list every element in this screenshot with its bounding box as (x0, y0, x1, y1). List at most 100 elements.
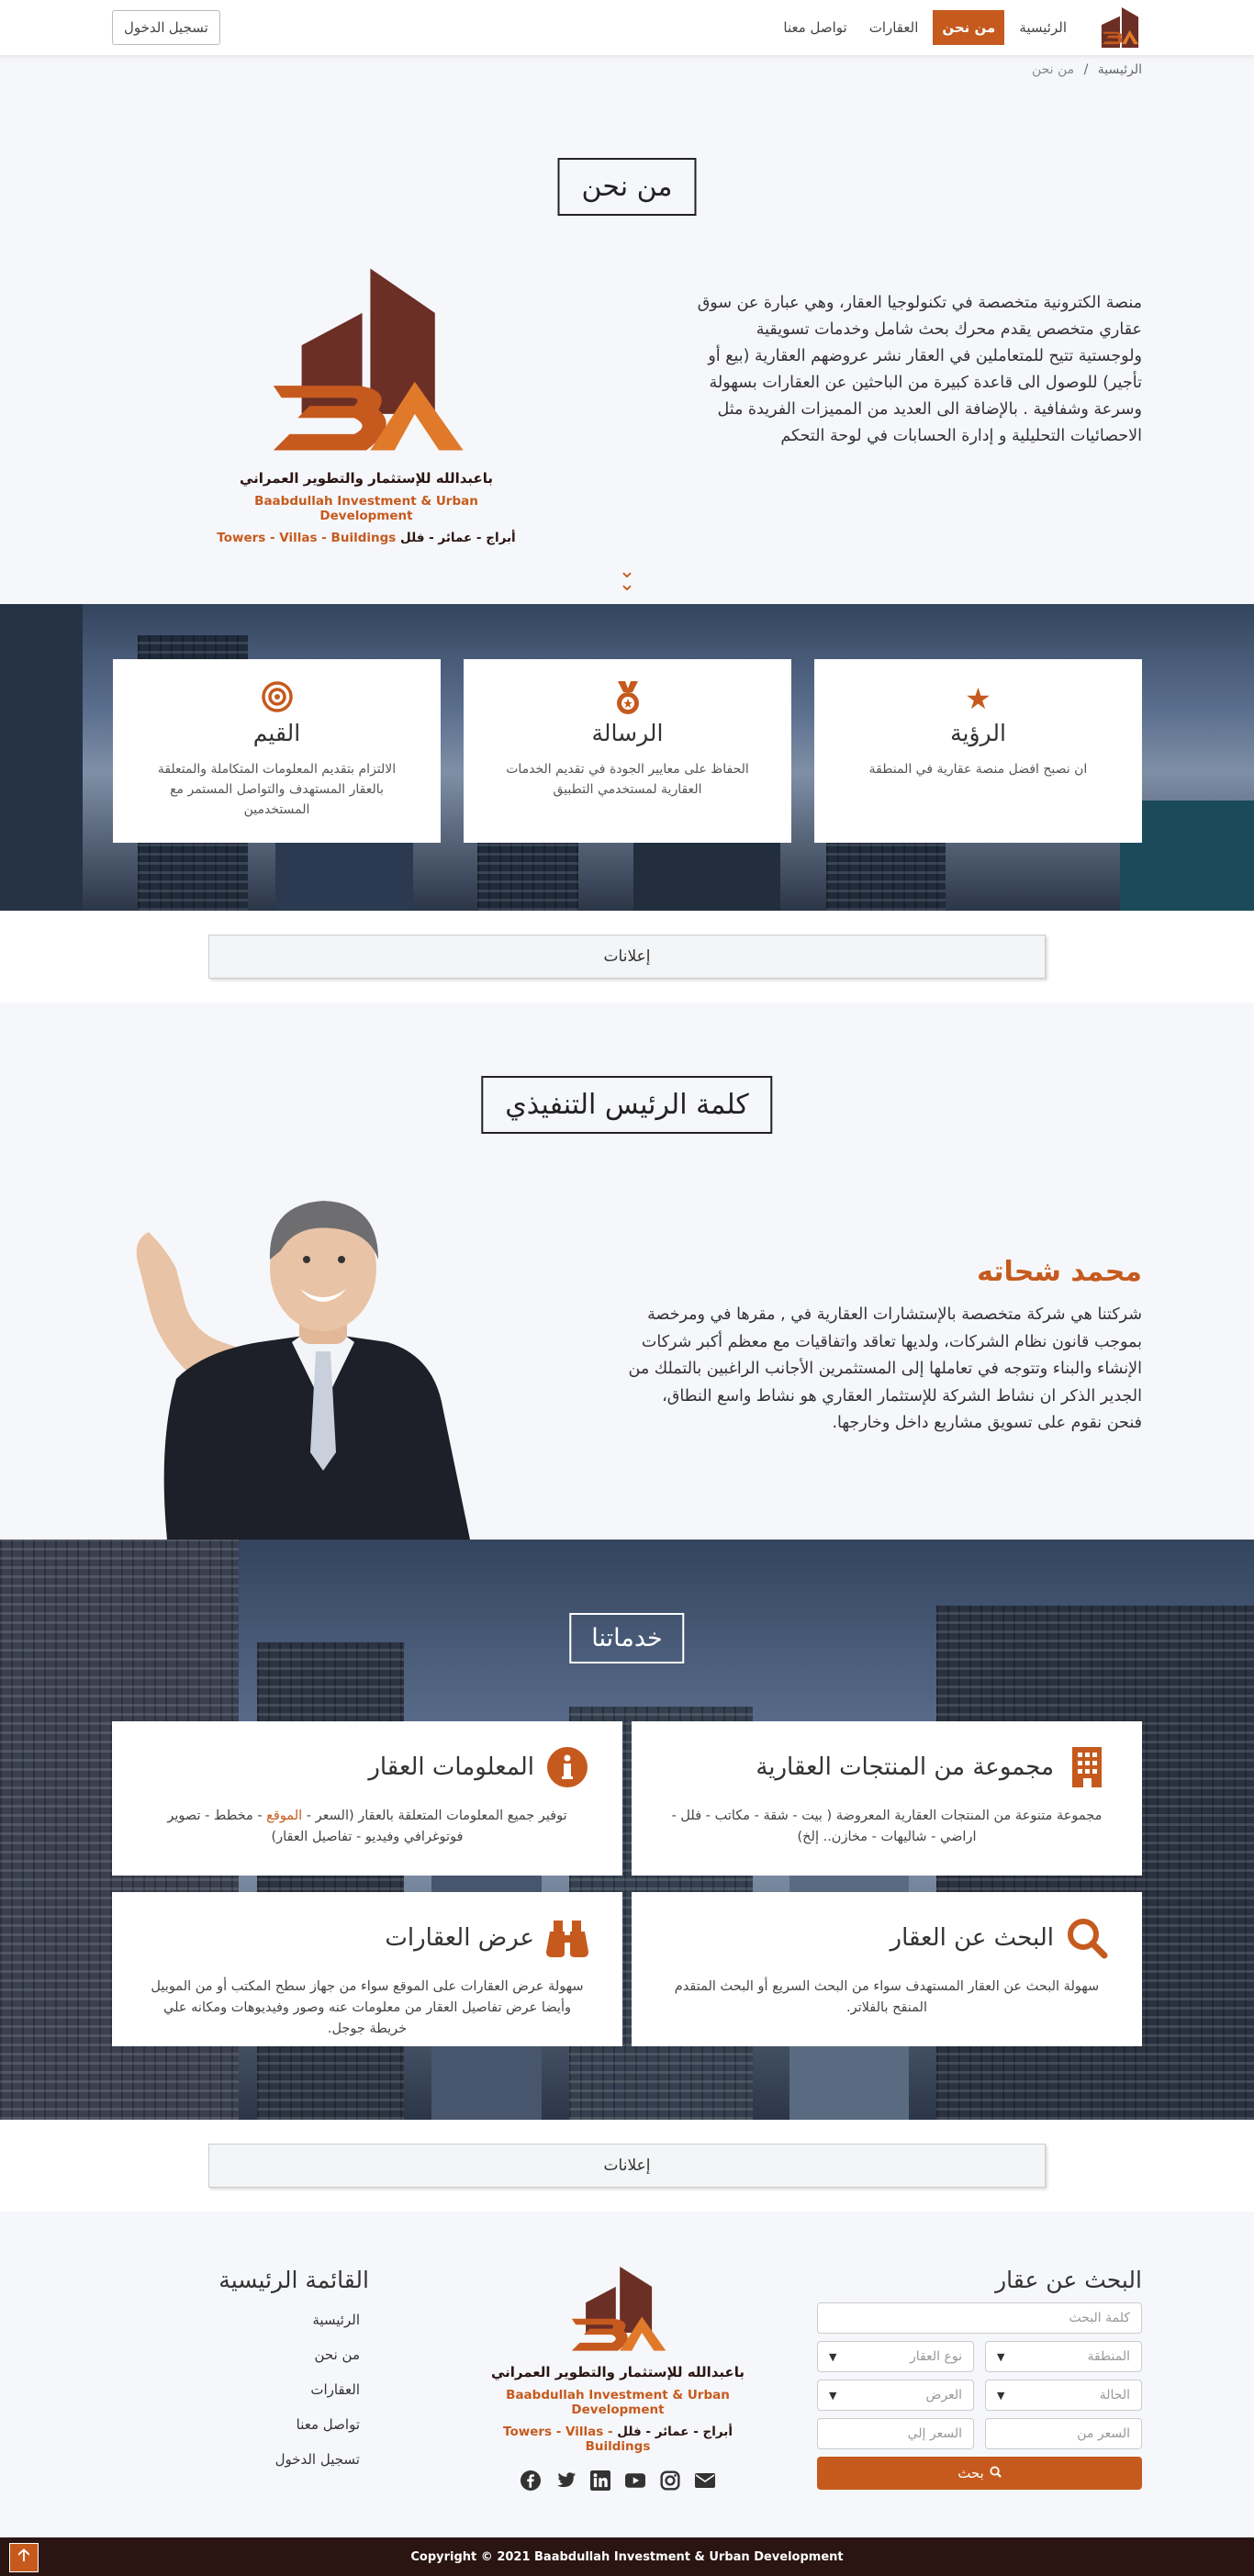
region-select[interactable]: المنطقة ▼ (985, 2341, 1142, 2372)
status-select[interactable]: الحالة ▼ (985, 2380, 1142, 2411)
service-card-info: المعلومات العقار توفير جميع المعلومات ال… (112, 1721, 622, 1876)
brand-name-en: Baabdullah Investment & Urban Developmen… (254, 494, 478, 523)
breadcrumb: الرئيسية / من نحن (1032, 62, 1142, 77)
breadcrumb-home[interactable]: الرئيسية (1098, 62, 1142, 77)
star-icon: ★ (965, 681, 991, 716)
login-button[interactable]: تسجيل الدخول (112, 10, 220, 45)
type-select-value: نوع العقار (910, 2349, 962, 2364)
price-to-placeholder: السعر إلي (907, 2426, 962, 2441)
youtube-icon[interactable] (625, 2470, 645, 2491)
footer: البحث عن عقار كلمة البحث المنطقة ▼ نوع ال… (0, 2212, 1254, 2537)
linkedin-icon[interactable] (590, 2470, 610, 2491)
main-nav: الرئيسية من نحن العقارات تواصل معنا (776, 10, 1074, 45)
keyword-placeholder: كلمة البحث (1069, 2311, 1130, 2325)
service-text-highlight: الموقع (266, 1809, 303, 1823)
region-select-value: المنطقة (1087, 2349, 1130, 2364)
values-text: الالتزام بتقديم المعلومات المتكاملة والم… (157, 762, 397, 817)
service-text-part: توفير جميع المعلومات المتعلقة بالعقار (ا… (302, 1809, 567, 1823)
service-text: توفير جميع المعلومات المتعلقة بالعقار (ا… (145, 1806, 589, 1848)
brand-tagline: أبراج - عمائر - فلل Towers - Villas - Bu… (471, 2425, 765, 2454)
footer-link-about[interactable]: من نحن (112, 2346, 369, 2363)
type-select[interactable]: نوع العقار ▼ (817, 2341, 974, 2372)
back-to-top-button[interactable]: 🡡 (9, 2543, 39, 2572)
medal-icon (464, 681, 791, 716)
ads-section: إعلانات (0, 911, 1254, 1002)
brand-tagline-ar: أبراج - عمائر - فلل (400, 531, 516, 545)
brand-tagline-en: Towers - Villas - Buildings (217, 531, 397, 545)
brand-tagline: أبراج - عمائر - فلل Towers - Villas - Bu… (215, 531, 518, 545)
service-title: البحث عن العقار (890, 1924, 1054, 1952)
chevron-down-icon: ▼ (829, 2350, 837, 2363)
chevron-down-icon: ▼ (997, 2389, 1005, 2402)
brand-name-en: Baabdullah Investment & Urban Developmen… (506, 2388, 730, 2417)
footer-link-home[interactable]: الرئيسية (112, 2312, 369, 2328)
values-card: القيم الالتزام بتقديم المعلومات المتكامل… (113, 659, 441, 843)
values-section: ★ الرؤية ان نصبح افضل منصة عقارية في الم… (0, 604, 1254, 911)
mission-card: الرسالة الحفاظ على معايير الجودة في تقدي… (464, 659, 791, 843)
status-select-value: الحالة (1099, 2388, 1130, 2402)
service-title: عرض العقارات (385, 1924, 534, 1952)
mail-icon[interactable] (695, 2470, 715, 2491)
brand-logo-icon[interactable] (567, 2267, 668, 2355)
about-section: الرئيسية / من نحن من نحن منصة الكترونية … (0, 55, 1254, 604)
binoculars-icon (545, 1916, 589, 1960)
footer-link-properties[interactable]: العقارات (112, 2381, 369, 2398)
info-icon (545, 1745, 589, 1789)
values-title: القيم (252, 720, 301, 746)
search-button[interactable]: بحث (817, 2457, 1142, 2490)
offer-select-value: العرض (925, 2388, 962, 2402)
brand-logo-icon[interactable] (1098, 7, 1142, 48)
footer-link-contact[interactable]: تواصل معنا (112, 2416, 369, 2433)
twitter-icon[interactable] (555, 2470, 576, 2491)
navbar: الرئيسية من نحن العقارات تواصل معنا تسجي… (0, 0, 1254, 55)
ads-section: إعلانات (0, 2120, 1254, 2212)
nav-contact[interactable]: تواصل معنا (776, 10, 854, 45)
service-title: المعلومات العقار (368, 1753, 534, 1781)
facebook-icon[interactable] (521, 2470, 541, 2491)
nav-properties[interactable]: العقارات (862, 10, 926, 45)
vision-text: ان نصبح افضل منصة عقارية في المنطقة (868, 762, 1088, 777)
price-from-input[interactable]: السعر من (985, 2418, 1142, 2449)
services-title: خدماتنا (569, 1613, 685, 1663)
arrow-up-icon: 🡡 (17, 2546, 30, 2565)
service-title: مجموعة من المنتجات العقارية (756, 1753, 1054, 1781)
ceo-section: كلمة الرئيس التنفيذي محمد شحاته شركتنا ه… (0, 1002, 1254, 1540)
nav-home[interactable]: الرئيسية (1012, 10, 1074, 45)
search-icon (1065, 1916, 1109, 1960)
price-to-input[interactable]: السعر إلي (817, 2418, 974, 2449)
brand-logo-icon (273, 268, 464, 451)
brand-logo-block: باعبدالله للإستثمار والتطوير العمراني Ba… (215, 268, 518, 545)
service-card-display: عرض العقارات سهولة عرض العقارات على المو… (112, 1892, 622, 2046)
nav-about[interactable]: من نحن (933, 10, 1005, 45)
price-from-placeholder: السعر من (1077, 2426, 1130, 2441)
building-icon (1065, 1745, 1109, 1789)
footer-menu: القائمة الرئيسية الرئيسية من نحن العقارا… (112, 2267, 369, 2486)
scroll-down-icon[interactable]: ⌄ ⌄ (619, 562, 635, 595)
social-links (471, 2470, 765, 2491)
instagram-icon[interactable] (660, 2470, 680, 2491)
service-text: سهولة عرض العقارات على الموقع سواء من جه… (151, 1979, 584, 2036)
ceo-name: محمد شحاته (977, 1256, 1142, 1288)
ceo-text: شركتنا هي شركة متخصصة بالإستشارات العقار… (628, 1305, 1142, 1432)
breadcrumb-separator: / (1083, 62, 1089, 77)
copyright-text: Copyright © 2021 Baabdullah Investment &… (410, 2549, 844, 2564)
ceo-photo (136, 1201, 470, 1540)
copyright-bar: Copyright © 2021 Baabdullah Investment &… (0, 2537, 1254, 2576)
ads-banner[interactable]: إعلانات (208, 2144, 1046, 2188)
offer-select[interactable]: العرض ▼ (817, 2380, 974, 2411)
footer-link-login[interactable]: تسجيل الدخول (112, 2451, 369, 2468)
keyword-input[interactable]: كلمة البحث (817, 2302, 1142, 2334)
service-card-search: البحث عن العقار سهولة البحث عن العقار ال… (632, 1892, 1142, 2046)
footer-search-title: البحث عن عقار (995, 2267, 1142, 2293)
brand-name-ar: باعبدالله للإستثمار والتطوير العمراني (239, 470, 494, 487)
vision-title: الرؤية (950, 720, 1006, 746)
footer-menu-title: القائمة الرئيسية (218, 2267, 369, 2293)
chevron-down-icon: ▼ (997, 2350, 1005, 2363)
service-card-products: مجموعة من المنتجات العقارية مجموعة متنوع… (632, 1721, 1142, 1876)
search-icon (990, 2465, 1002, 2481)
service-text: سهولة البحث عن العقار المستهدف سواء من ا… (674, 1979, 1100, 2015)
ceo-title: كلمة الرئيس التنفيذي (481, 1076, 773, 1134)
ads-banner[interactable]: إعلانات (208, 935, 1046, 979)
footer-search: البحث عن عقار كلمة البحث المنطقة ▼ نوع ال… (817, 2267, 1142, 2490)
mission-text: الحفاظ على معايير الجودة في تقديم الخدما… (506, 762, 749, 797)
